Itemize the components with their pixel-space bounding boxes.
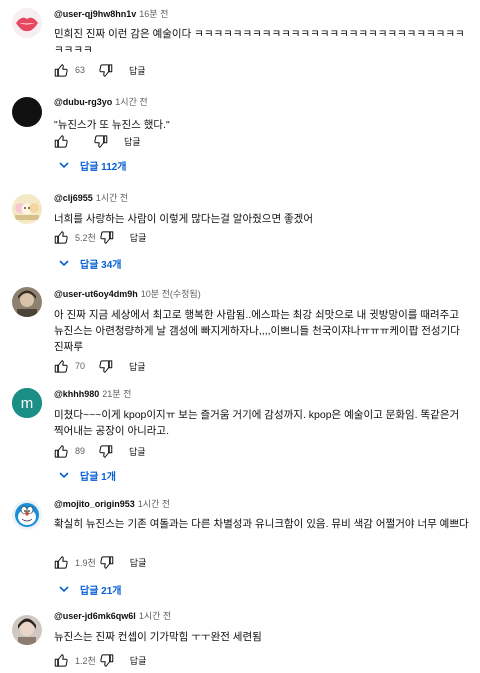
black-avatar-icon bbox=[12, 97, 42, 127]
comment-text: 미쳤다~~~이게 kpop이지ㅠ 보는 즐거움 거기에 감성까지. kpop은 … bbox=[54, 409, 460, 437]
reply-button[interactable]: 답글 bbox=[129, 360, 146, 373]
view-replies-button[interactable]: 답글 112개 bbox=[58, 157, 127, 173]
comment-time[interactable]: 1시간 전 bbox=[139, 611, 171, 621]
avatar[interactable] bbox=[12, 500, 42, 530]
replies-count-label: 답글 112개 bbox=[80, 161, 127, 173]
like-icon[interactable] bbox=[54, 230, 69, 245]
chevron-down-icon bbox=[59, 260, 69, 267]
cartoon-avatar-icon bbox=[12, 194, 42, 224]
replies-count-label: 답글 21개 bbox=[80, 585, 122, 597]
comment-author[interactable]: @clj6955 bbox=[54, 193, 93, 203]
comment-time[interactable]: 10분 전(수정됨) bbox=[141, 289, 201, 299]
comment-author[interactable]: @user-qj9hw8hn1v bbox=[54, 9, 136, 19]
dislike-icon[interactable] bbox=[99, 653, 114, 668]
comment-text: "뉴진스가 또 뉴진스 했다." bbox=[54, 119, 170, 131]
like-icon[interactable] bbox=[54, 63, 69, 78]
reply-button[interactable]: 답글 bbox=[130, 654, 147, 667]
comment-author[interactable]: @dubu-rg3yo bbox=[54, 97, 112, 107]
chevron-down-icon bbox=[59, 472, 69, 479]
replies-count-label: 답글 34개 bbox=[80, 259, 122, 271]
like-count: 1.2천 bbox=[75, 655, 96, 666]
view-replies-button[interactable]: 답글 1개 bbox=[58, 467, 116, 483]
dislike-icon[interactable] bbox=[99, 230, 114, 245]
dislike-icon[interactable] bbox=[93, 134, 108, 149]
like-count: 89 bbox=[75, 446, 86, 456]
like-icon[interactable] bbox=[54, 555, 69, 570]
chevron-down-icon bbox=[59, 586, 69, 593]
chevron-down-icon bbox=[59, 162, 69, 169]
reply-button[interactable]: 답글 bbox=[129, 445, 146, 458]
reply-button[interactable]: 답글 bbox=[129, 64, 146, 77]
avatar[interactable] bbox=[12, 287, 42, 317]
comment-time[interactable]: 16분 전 bbox=[139, 9, 168, 19]
replies-count-label: 답글 1개 bbox=[80, 471, 116, 483]
comment-time[interactable]: 1시간 전 bbox=[138, 499, 170, 509]
comment-text: 너희를 사랑하는 사람이 이렇게 많다는걸 알아줬으면 좋겠어 bbox=[54, 213, 314, 225]
avatar[interactable] bbox=[12, 97, 42, 127]
comment-time[interactable]: 1시간 전 bbox=[115, 97, 147, 107]
comment-text: 아 진짜 지금 세상에서 최고로 행복한 사람됨..에스파는 최강 쇠맛으로 내… bbox=[54, 309, 460, 353]
avatar[interactable]: m bbox=[12, 388, 42, 418]
like-icon[interactable] bbox=[54, 134, 69, 149]
view-replies-button[interactable]: 답글 34개 bbox=[58, 255, 122, 271]
comment-text: 뉴진스는 진짜 컨셉이 기가막힘 ㅜㅜ완전 세련됨 bbox=[54, 631, 262, 643]
comment-author[interactable]: @mojito_origin953 bbox=[54, 499, 135, 509]
comment-thread: m @khhh980 21분 전 미쳤다~~~이게 kpop이지ㅠ 보는 즐거움 … bbox=[0, 378, 480, 488]
like-icon[interactable] bbox=[54, 444, 69, 459]
like-icon[interactable] bbox=[54, 653, 69, 668]
comment-author[interactable]: @user-jd6mk6qw6l bbox=[54, 611, 136, 621]
reply-button[interactable]: 답글 bbox=[124, 135, 141, 148]
comment-thread: @user-ut6oy4dm9h 10분 전(수정됨) 아 진짜 지금 세상에서 … bbox=[0, 278, 480, 378]
comment-text: 확실히 뉴진스는 기존 여돌과는 다른 차별성과 유니크함이 있음. 뮤비 색감… bbox=[54, 518, 469, 530]
dislike-icon[interactable] bbox=[98, 444, 113, 459]
like-count: 5.2천 bbox=[75, 232, 96, 243]
avatar[interactable] bbox=[12, 194, 42, 224]
comment-text: 민희진 진짜 이런 감은 예술이다 ㅋㅋㅋㅋㅋㅋㅋㅋㅋㅋㅋㅋㅋㅋㅋㅋㅋㅋㅋㅋㅋㅋ… bbox=[54, 28, 465, 56]
comment-thread: @user-qj9hw8hn1v 16분 전 민희진 진짜 이런 감은 예술이다 … bbox=[0, 0, 480, 90]
comment-author[interactable]: @user-ut6oy4dm9h bbox=[54, 289, 138, 299]
comment-thread: @dubu-rg3yo 1시간 전 "뉴진스가 또 뉴진스 했다." 답글 답글 … bbox=[0, 90, 480, 182]
dislike-icon[interactable] bbox=[98, 359, 113, 374]
like-count: 63 bbox=[75, 65, 86, 75]
lips-avatar-icon bbox=[12, 8, 42, 38]
doraemon-avatar-icon bbox=[12, 500, 42, 530]
comment-thread: @mojito_origin953 1시간 전 확실히 뉴진스는 기존 여돌과는 … bbox=[0, 488, 480, 600]
dislike-icon[interactable] bbox=[98, 63, 113, 78]
comment-time[interactable]: 1시간 전 bbox=[96, 193, 128, 203]
avatar-letter: m bbox=[21, 395, 34, 412]
letter-avatar-icon: m bbox=[12, 388, 42, 418]
dislike-icon[interactable] bbox=[99, 555, 114, 570]
comment-time[interactable]: 21분 전 bbox=[102, 389, 131, 399]
reply-button[interactable]: 답글 bbox=[130, 556, 147, 569]
photo-avatar-2-icon bbox=[12, 615, 42, 645]
view-replies-button[interactable]: 답글 21개 bbox=[58, 581, 122, 597]
comment-thread: @user-jd6mk6qw6l 1시간 전 뉴진스는 진짜 컨셉이 기가막힘 ㅜ… bbox=[0, 600, 480, 673]
avatar[interactable] bbox=[12, 8, 42, 38]
comment-author[interactable]: @khhh980 bbox=[54, 389, 99, 399]
like-icon[interactable] bbox=[54, 359, 69, 374]
avatar[interactable] bbox=[12, 615, 42, 645]
like-count: 1.9천 bbox=[75, 557, 96, 568]
reply-button[interactable]: 답글 bbox=[130, 231, 147, 244]
comment-thread: @clj6955 1시간 전 너희를 사랑하는 사람이 이렇게 많다는걸 알아줬으… bbox=[0, 182, 480, 278]
like-count: 70 bbox=[75, 361, 86, 371]
photo-avatar-icon bbox=[12, 287, 42, 317]
